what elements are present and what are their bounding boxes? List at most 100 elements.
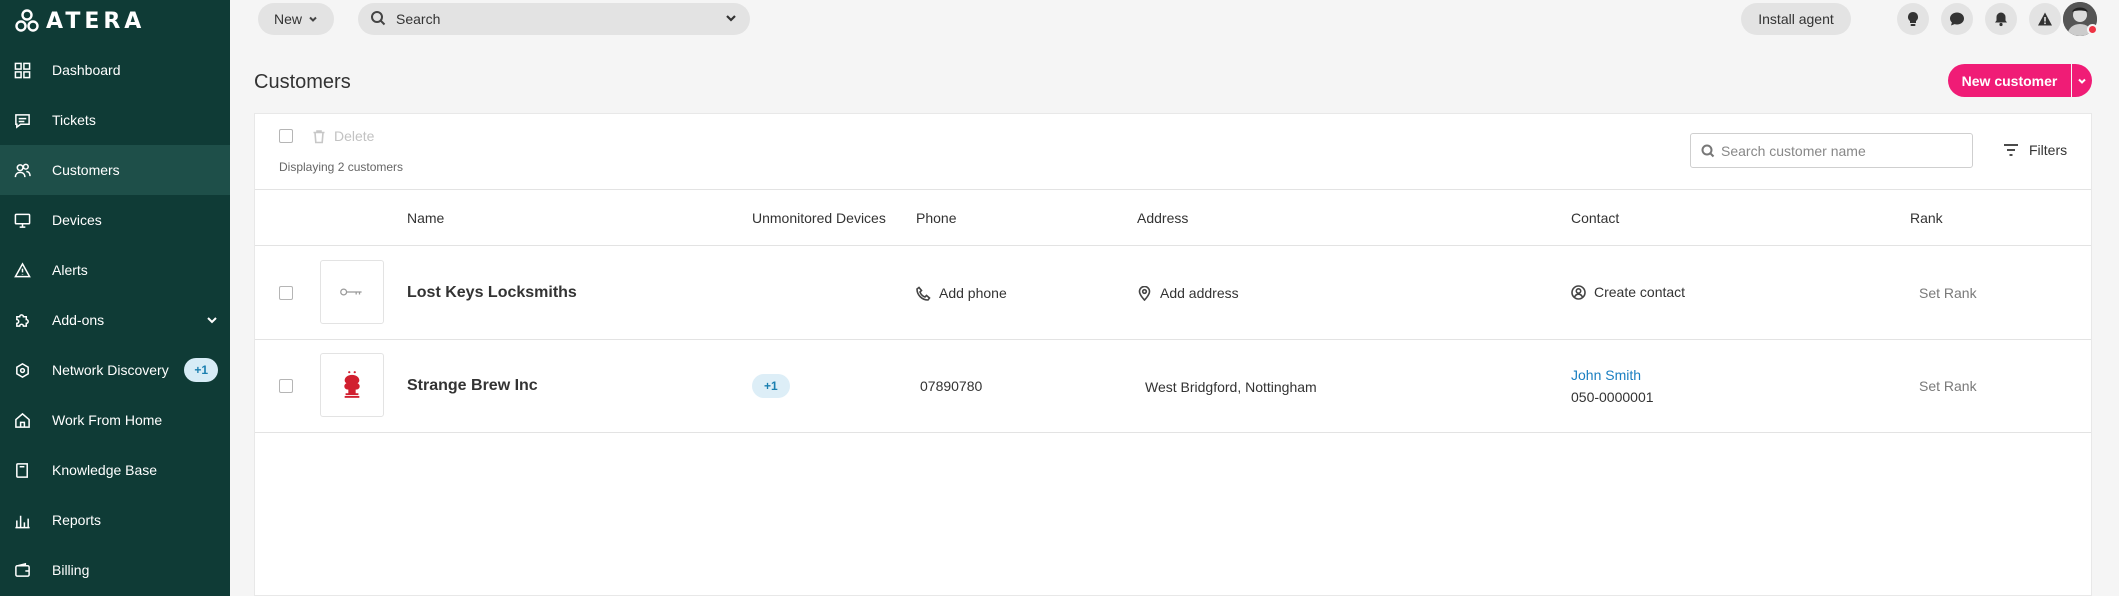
atera-logo[interactable]: ATERA <box>14 6 145 36</box>
unmonitored-devices-badge[interactable]: +1 <box>752 374 790 398</box>
create-contact-button[interactable]: Create contact <box>1571 284 1685 300</box>
search-icon <box>370 10 386 29</box>
sidebar-item-label: Work From Home <box>52 412 163 428</box>
add-address-button[interactable]: Add address <box>1137 285 1239 301</box>
chevron-down-icon[interactable] <box>206 313 218 325</box>
home-icon <box>14 411 42 429</box>
sidebar-item-label: Billing <box>52 562 90 578</box>
chat-icon[interactable] <box>1941 3 1973 35</box>
phone-icon <box>916 285 931 301</box>
contact-name-link[interactable]: John Smith <box>1571 367 1641 383</box>
monitor-icon <box>14 211 42 229</box>
trash-icon <box>313 129 325 143</box>
chevron-down-icon <box>309 16 317 22</box>
filters-label: Filters <box>2029 142 2068 158</box>
displaying-count: Displaying 2 customers <box>279 160 404 174</box>
sidebar-item-network-discovery[interactable]: Network Discovery +1 <box>0 345 230 395</box>
column-header-contact[interactable]: Contact <box>1571 210 1619 226</box>
table-header: Name Unmonitored Devices Phone Address C… <box>255 190 2091 246</box>
customer-name-link[interactable]: Lost Keys Locksmiths <box>407 284 577 302</box>
customers-table-card: Delete Displaying 2 customers Filters Na… <box>254 113 2092 596</box>
sidebar: ATERA Dashboard Tickets Customers Device… <box>0 0 230 596</box>
table-row[interactable]: Lost Keys Locksmiths Add phone Add addre… <box>255 247 2091 340</box>
address-value: West Bridgford, Nottingham <box>1145 379 1317 395</box>
sidebar-item-knowledge-base[interactable]: Knowledge Base <box>0 445 230 495</box>
dashboard-icon <box>14 61 42 79</box>
sidebar-item-label: Alerts <box>52 262 88 278</box>
warning-icon <box>14 261 42 279</box>
phone-value: 07890780 <box>920 378 983 394</box>
install-agent-button[interactable]: Install agent <box>1741 3 1851 35</box>
sidebar-item-add-ons[interactable]: Add-ons <box>0 295 230 345</box>
column-header-name[interactable]: Name <box>407 210 444 226</box>
filters-button[interactable]: Filters <box>2003 142 2067 158</box>
search-icon <box>1701 144 1715 157</box>
sidebar-item-label: Devices <box>52 212 102 228</box>
sidebar-item-dashboard[interactable]: Dashboard <box>0 45 230 95</box>
column-header-phone[interactable]: Phone <box>916 210 956 226</box>
sidebar-item-label: Add-ons <box>52 312 105 328</box>
row-checkbox[interactable] <box>279 286 293 300</box>
set-rank-button[interactable]: Set Rank <box>1919 378 1977 394</box>
key-icon <box>340 288 362 296</box>
column-header-unmonitored-devices[interactable]: Unmonitored Devices <box>752 210 886 226</box>
location-pin-icon <box>1138 285 1151 301</box>
customer-name-link[interactable]: Strange Brew Inc <box>407 377 538 395</box>
ticket-icon <box>14 111 42 129</box>
new-button-label: New <box>273 11 302 27</box>
customers-icon <box>14 161 42 179</box>
create-contact-label: Create contact <box>1594 284 1686 300</box>
new-button[interactable]: New <box>258 3 334 35</box>
column-header-address[interactable]: Address <box>1137 210 1188 226</box>
sidebar-item-tickets[interactable]: Tickets <box>0 95 230 145</box>
sidebar-item-alerts[interactable]: Alerts <box>0 245 230 295</box>
global-search-label: Search <box>396 11 441 27</box>
add-phone-label: Add phone <box>939 285 1007 301</box>
brand-name: ATERA <box>46 8 146 34</box>
sidebar-item-label: Reports <box>52 512 102 528</box>
delete-button[interactable]: Delete <box>312 128 374 144</box>
network-icon <box>14 361 42 379</box>
add-phone-button[interactable]: Add phone <box>916 285 1007 301</box>
sidebar-item-reports[interactable]: Reports <box>0 495 230 545</box>
atera-logo-icon <box>15 9 39 32</box>
sidebar-item-devices[interactable]: Devices <box>0 195 230 245</box>
new-customer-split-button: New customer <box>1948 64 2092 97</box>
sidebar-item-label: Dashboard <box>52 62 121 78</box>
chart-icon <box>14 511 42 529</box>
sidebar-item-customers[interactable]: Customers <box>0 145 230 195</box>
new-customer-dropdown[interactable] <box>2072 64 2092 97</box>
book-icon <box>14 461 42 479</box>
customer-search-box <box>1690 133 1973 168</box>
customer-logo <box>320 260 384 324</box>
alert-triangle-icon[interactable] <box>2029 3 2061 35</box>
chevron-down-icon <box>2078 78 2086 84</box>
select-all-checkbox[interactable] <box>279 129 293 143</box>
top-bar: New Search Install agent <box>230 0 2119 38</box>
contact-phone: 050-0000001 <box>1571 389 1654 405</box>
new-customer-button[interactable]: New customer <box>1948 64 2071 97</box>
bell-icon[interactable] <box>1985 3 2017 35</box>
tree-crest-icon <box>344 371 360 398</box>
customer-search-input[interactable] <box>1721 142 1961 159</box>
sidebar-item-label: Tickets <box>52 112 96 128</box>
status-dot <box>2087 24 2098 35</box>
user-circle-icon <box>1571 284 1586 300</box>
row-checkbox[interactable] <box>279 379 293 393</box>
puzzle-icon <box>14 311 42 329</box>
chevron-down-icon[interactable] <box>724 11 738 28</box>
sidebar-item-billing[interactable]: Billing <box>0 545 230 595</box>
network-discovery-badge: +1 <box>184 358 218 382</box>
table-toolbar: Delete Displaying 2 customers Filters <box>255 114 2091 190</box>
table-row[interactable]: Strange Brew Inc +1 07890780 West Bridgf… <box>255 340 2091 433</box>
sidebar-item-label: Network Discovery <box>52 362 169 378</box>
delete-label: Delete <box>334 128 375 144</box>
filter-icon <box>2004 144 2018 156</box>
customer-logo <box>320 353 384 417</box>
global-search[interactable]: Search <box>358 3 750 35</box>
set-rank-button[interactable]: Set Rank <box>1919 285 1977 301</box>
lightbulb-icon[interactable] <box>1897 3 1929 35</box>
column-header-rank[interactable]: Rank <box>1910 210 1943 226</box>
sidebar-item-work-from-home[interactable]: Work From Home <box>0 395 230 445</box>
sidebar-item-label: Customers <box>52 162 120 178</box>
